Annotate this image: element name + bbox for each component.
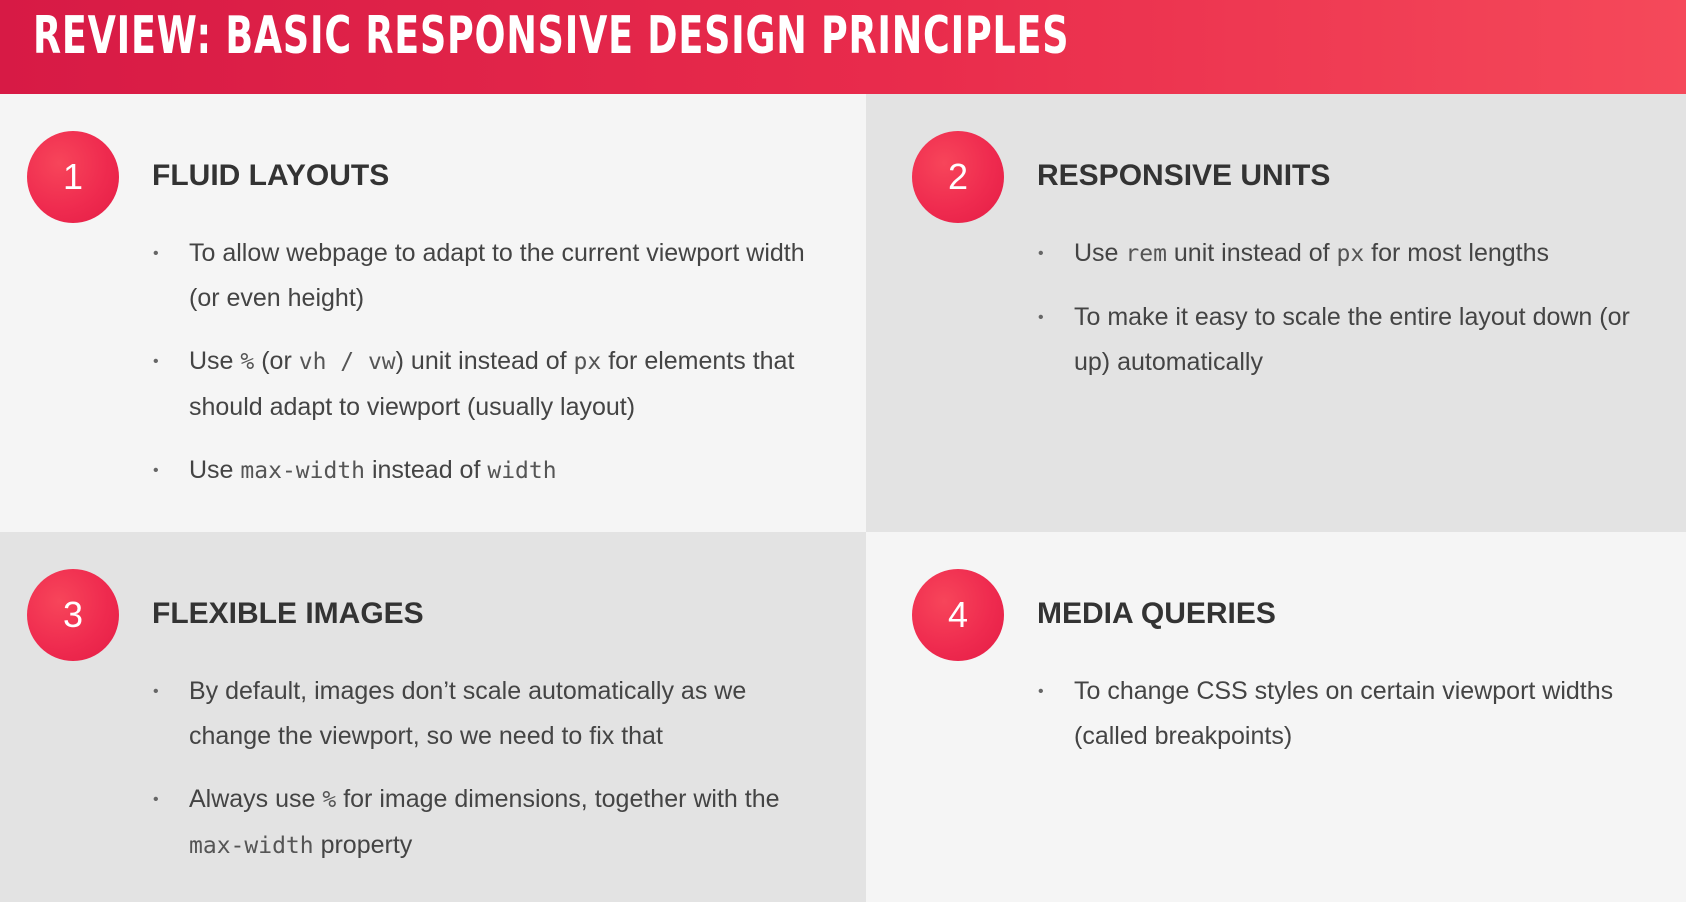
- section-flexible-images: 3 FLEXIBLE IMAGES • By default, images d…: [0, 532, 866, 902]
- bullet-text: (or: [254, 347, 299, 375]
- bullet-text: Use: [189, 456, 241, 484]
- code-token: vh / vw: [298, 349, 396, 375]
- section-heading: RESPONSIVE UNITS: [1037, 159, 1331, 192]
- section-media-queries: 4 MEDIA QUERIES • To change CSS styles o…: [866, 532, 1686, 902]
- bullet-text: Use: [1074, 239, 1126, 267]
- section-responsive-units: 2 RESPONSIVE UNITS • Use rem unit instea…: [866, 94, 1686, 532]
- bullet-text: unit instead of: [1166, 239, 1337, 267]
- bullet-item: • Use rem unit instead of px for most le…: [1038, 231, 1658, 277]
- bullet-item: • To change CSS styles on certain viewpo…: [1038, 669, 1638, 759]
- bullet-list: • To change CSS styles on certain viewpo…: [1038, 669, 1638, 759]
- bullet-dot-icon: •: [1038, 309, 1044, 326]
- bullet-item: • Use % (or vh / vw) unit instead of px …: [153, 339, 833, 430]
- section-heading: FLEXIBLE IMAGES: [152, 597, 424, 630]
- code-token: max-width: [189, 833, 314, 859]
- bullet-list: • By default, images don’t scale automat…: [153, 669, 793, 869]
- bullet-list: • To allow webpage to adapt to the curre…: [153, 231, 833, 494]
- bullet-item: • To make it easy to scale the entire la…: [1038, 295, 1658, 385]
- bullet-dot-icon: •: [1038, 245, 1044, 262]
- bullet-dot-icon: •: [153, 683, 159, 700]
- bullet-item: • By default, images don’t scale automat…: [153, 669, 793, 759]
- section-heading: FLUID LAYOUTS: [152, 159, 390, 192]
- bullet-text: By default, images don’t scale automatic…: [189, 677, 747, 750]
- bullet-text: for image dimensions, together with the: [336, 785, 780, 813]
- bullet-item: • Always use % for image dimensions, tog…: [153, 777, 793, 869]
- bullet-text: instead of: [365, 456, 488, 484]
- code-token: max-width: [240, 458, 366, 484]
- section-number-badge: 4: [912, 569, 1004, 661]
- bullet-dot-icon: •: [153, 791, 159, 808]
- code-token: width: [487, 458, 557, 484]
- bullet-list: • Use rem unit instead of px for most le…: [1038, 231, 1658, 385]
- bullet-text: Use: [189, 347, 241, 375]
- bullet-dot-icon: •: [153, 462, 159, 479]
- bullet-item: • Use max-width instead of width: [153, 448, 833, 494]
- bullet-dot-icon: •: [1038, 683, 1044, 700]
- slide-header: REVIEW: BASIC RESPONSIVE DESIGN PRINCIPL…: [0, 0, 1686, 94]
- code-token: %: [322, 787, 337, 813]
- bullet-text: ) unit instead of: [395, 347, 574, 375]
- section-number-badge: 3: [27, 569, 119, 661]
- code-token: rem: [1125, 241, 1167, 267]
- slide-title: REVIEW: BASIC RESPONSIVE DESIGN PRINCIPL…: [33, 6, 1070, 66]
- bullet-item: • To allow webpage to adapt to the curre…: [153, 231, 833, 321]
- bullet-text: To allow webpage to adapt to the current…: [189, 239, 805, 312]
- bullet-text: property: [313, 831, 413, 859]
- section-number-badge: 2: [912, 131, 1004, 223]
- code-token: px: [573, 349, 602, 375]
- bullet-text: Always use: [189, 785, 323, 813]
- code-token: px: [1336, 241, 1365, 267]
- code-token: %: [240, 349, 255, 375]
- bullet-dot-icon: •: [153, 245, 159, 262]
- bullet-dot-icon: •: [153, 353, 159, 370]
- section-heading: MEDIA QUERIES: [1037, 597, 1276, 630]
- section-fluid-layouts: 1 FLUID LAYOUTS • To allow webpage to ad…: [0, 94, 866, 532]
- section-number-badge: 1: [27, 131, 119, 223]
- bullet-text: for most lengths: [1364, 239, 1550, 267]
- bullet-text: To make it easy to scale the entire layo…: [1074, 303, 1630, 376]
- bullet-text: To change CSS styles on certain viewport…: [1074, 677, 1614, 750]
